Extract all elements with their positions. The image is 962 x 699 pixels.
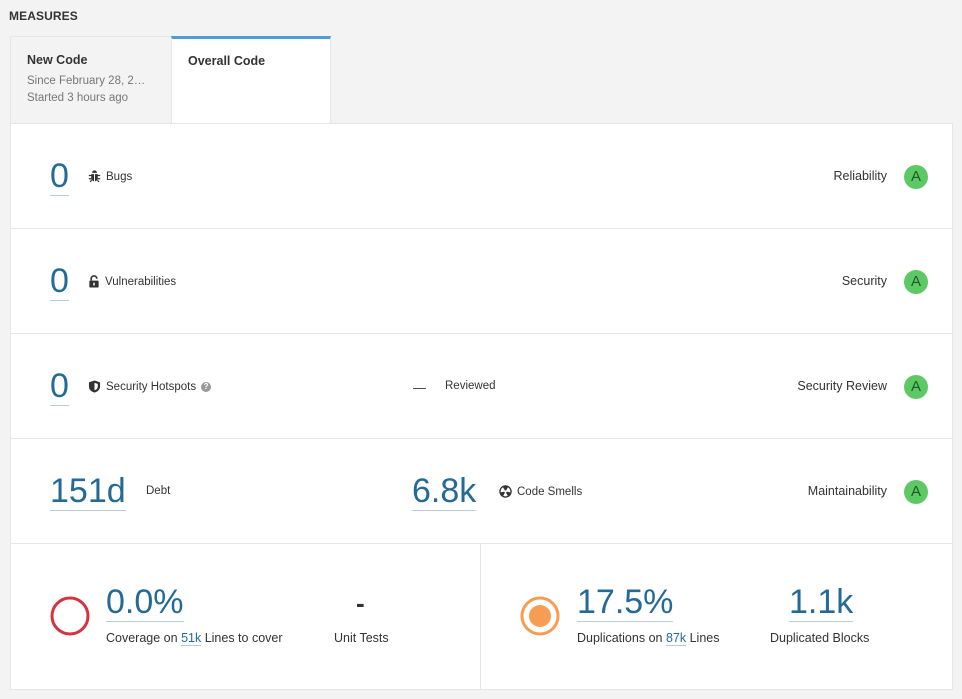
code-smell-icon — [499, 485, 512, 498]
shield-icon — [88, 380, 101, 393]
bugs-label-text: Bugs — [106, 170, 133, 183]
unit-tests-label: Unit Tests — [334, 631, 389, 645]
coverage-lines-link[interactable]: 51k — [181, 631, 202, 646]
lock-icon — [89, 275, 99, 288]
reliability-label: Reliability — [833, 169, 888, 183]
measures-panel: 0 Bugs Reliability A 0 Vulnerabilities S… — [10, 123, 953, 690]
duplications-suffix: Lines — [689, 631, 720, 645]
duplicated-blocks-value-link[interactable]: 1.1k — [789, 584, 854, 622]
code-smells-value-link[interactable]: 6.8k — [412, 473, 477, 511]
vulnerabilities-row: 0 Vulnerabilities Security A — [11, 229, 952, 334]
debt-value-link[interactable]: 151d — [50, 473, 126, 511]
maintainability-row: 151d Debt 6.8k Code Smells Maintainabili… — [11, 439, 952, 544]
duplications-prefix: Duplications on — [577, 631, 663, 645]
unit-tests-value[interactable]: - — [356, 588, 365, 619]
hotspots-label: Security Hotspots ? — [88, 380, 212, 393]
vulnerabilities-label: Vulnerabilities — [88, 275, 176, 288]
reviewed-value-text: — — [413, 380, 426, 395]
security-review-label: Security Review — [797, 379, 887, 393]
tab-overall-code-title: Overall Code — [188, 54, 266, 68]
duplicated-blocks-label: Duplicated Blocks — [770, 631, 870, 645]
maintainability-rating-badge[interactable]: A — [904, 480, 928, 504]
maintainability-label: Maintainability — [807, 484, 887, 498]
hotspots-row: 0 Security Hotspots ? — Reviewed Securit… — [11, 334, 952, 439]
duplications-section: 17.5% Duplications on 87k Lines 1.1k Dup… — [481, 544, 952, 689]
page-title: MEASURES — [9, 9, 78, 23]
security-label: Security — [841, 274, 887, 288]
coverage-suffix: Lines to cover — [204, 631, 283, 645]
reviewed-label-text: Reviewed — [445, 380, 496, 392]
security-rating-badge[interactable]: A — [904, 270, 928, 294]
security-review-rating-badge[interactable]: A — [904, 375, 928, 399]
debt-label: Debt — [146, 485, 170, 497]
coverage-prefix: Coverage on — [106, 631, 178, 645]
coverage-duplications-section: 0.0% Coverage on 51k Lines to cover - Un… — [11, 544, 952, 689]
tab-new-code-title: New Code — [27, 53, 88, 67]
debt-label-text: Debt — [146, 485, 171, 497]
vulnerabilities-label-text: Vulnerabilities — [105, 275, 177, 288]
coverage-caption: Coverage on 51k Lines to cover — [106, 631, 283, 646]
tab-overall-code[interactable]: Overall Code — [171, 36, 331, 123]
coverage-section: 0.0% Coverage on 51k Lines to cover - Un… — [11, 544, 481, 689]
duplications-ring-icon — [520, 596, 560, 636]
vulnerabilities-value-link[interactable]: 0 — [50, 263, 69, 301]
help-icon[interactable]: ? — [201, 381, 212, 392]
bugs-row: 0 Bugs Reliability A — [11, 124, 952, 229]
hotspots-label-text: Security Hotspots — [106, 380, 197, 393]
duplications-value-link[interactable]: 17.5% — [577, 584, 674, 622]
coverage-ring-icon — [50, 596, 90, 636]
coverage-value-link[interactable]: 0.0% — [106, 584, 184, 622]
tab-new-code-since: Since February 28, 2… — [27, 75, 146, 87]
duplications-lines-link[interactable]: 87k — [665, 631, 687, 646]
duplications-caption: Duplications on 87k Lines — [577, 631, 720, 646]
bug-icon — [88, 170, 101, 183]
code-smells-label-text: Code Smells — [517, 485, 583, 498]
tab-new-code[interactable]: New Code Since February 28, 2… Started 3… — [10, 36, 171, 123]
reviewed-label: Reviewed — [445, 380, 496, 392]
hotspots-value-link[interactable]: 0 — [50, 368, 69, 406]
reliability-rating-badge[interactable]: A — [904, 165, 928, 189]
bugs-label: Bugs — [88, 170, 132, 183]
code-smells-label: Code Smells — [499, 485, 582, 498]
reviewed-value: — — [413, 380, 426, 395]
bugs-value-link[interactable]: 0 — [50, 158, 69, 196]
tab-new-code-started: Started 3 hours ago — [27, 92, 129, 104]
